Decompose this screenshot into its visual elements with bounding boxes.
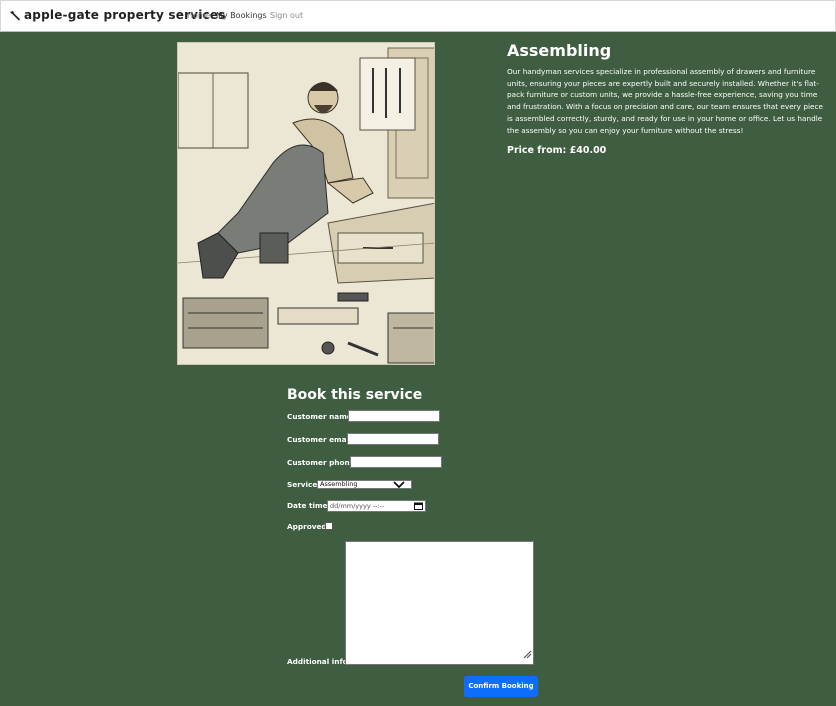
resize-grip-icon[interactable] xyxy=(522,644,532,663)
approved-checkbox[interactable] xyxy=(325,522,333,530)
nav-link-sign-out[interactable]: Sign out xyxy=(270,11,303,20)
customer-email-label: Customer email: xyxy=(287,435,355,444)
customer-email-input[interactable] xyxy=(347,433,439,445)
customer-phone-input[interactable] xyxy=(350,456,442,468)
date-time-input[interactable]: dd/mm/yyyy --:-- xyxy=(327,500,426,512)
calendar-icon[interactable] xyxy=(414,502,423,513)
navbar: apple-gate property services Home My Boo… xyxy=(0,0,836,32)
service-description: Our handyman services specialize in prof… xyxy=(507,67,823,135)
service-price: Price from: £40.00 xyxy=(507,145,607,156)
customer-phone-label: Customer phone: xyxy=(287,458,358,467)
date-time-placeholder: dd/mm/yyyy --:-- xyxy=(330,502,385,510)
service-label: Service: xyxy=(287,480,321,489)
additional-info-textarea[interactable] xyxy=(345,541,534,665)
chevron-down-icon xyxy=(393,479,405,491)
hammer-icon xyxy=(9,10,20,21)
confirm-booking-button[interactable]: Confirm Booking xyxy=(464,676,538,697)
service-image xyxy=(177,42,435,365)
date-time-label: Date time: xyxy=(287,501,331,510)
customer-name-label: Customer name: xyxy=(287,412,355,421)
service-title: Assembling xyxy=(507,41,612,60)
nav-link-my-bookings[interactable]: My Bookings xyxy=(216,11,267,20)
customer-name-input[interactable] xyxy=(348,410,440,422)
booking-form-title: Book this service xyxy=(287,387,423,403)
service-select[interactable]: Assembling xyxy=(317,480,412,489)
nav-link-home[interactable]: Home xyxy=(187,11,211,20)
approved-label: Approved: xyxy=(287,522,330,531)
additional-info-label: Additional info: xyxy=(287,657,351,666)
service-select-value: Assembling xyxy=(320,480,358,488)
